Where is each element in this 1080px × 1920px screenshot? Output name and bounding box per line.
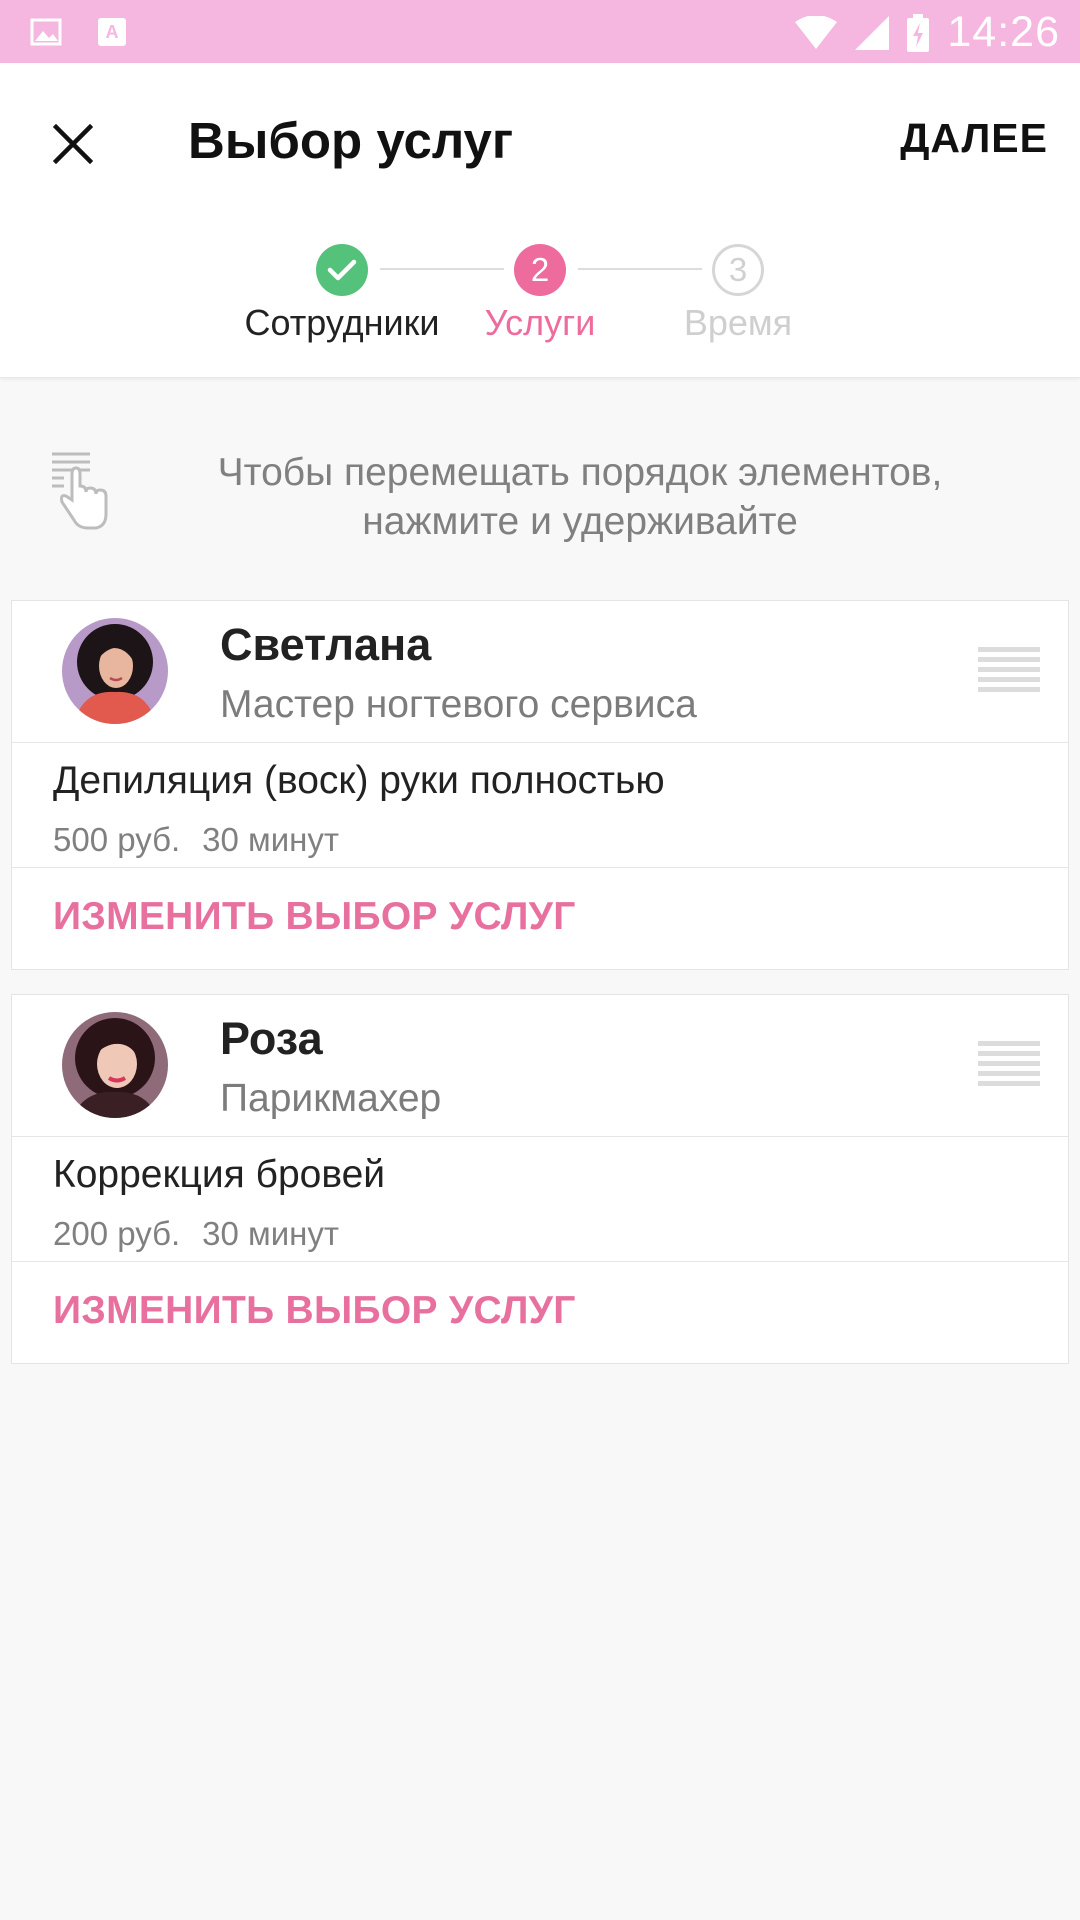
service-item: Депиляция (воск) руки полностью 500 руб.… (12, 743, 1068, 868)
status-bar: A 14:26 (0, 0, 1080, 63)
next-button[interactable]: ДАЛЕЕ (900, 115, 1048, 162)
reorder-hint: Чтобы перемещать порядок элементов, нажм… (0, 400, 1080, 570)
employee-header: Роза Парикмахер (12, 995, 1068, 1137)
change-services-label: ИЗМЕНИТЬ ВЫБОР УСЛУГ (53, 895, 576, 938)
employee-role: Парикмахер (220, 1077, 442, 1120)
service-name: Депиляция (воск) руки полностью (53, 759, 665, 802)
text-notification-icon: A (98, 18, 126, 46)
avatar (62, 1012, 168, 1118)
service-price: 200 руб. (53, 1215, 181, 1252)
drag-handle[interactable] (978, 1039, 1040, 1091)
employee-header: Светлана Мастер ногтевого сервиса (12, 601, 1068, 743)
signal-icon (855, 15, 890, 50)
page-title: Выбор услуг (188, 112, 514, 169)
step-3-label[interactable]: Время (618, 302, 858, 344)
service-meta: 500 руб. 30 минут (53, 821, 339, 859)
status-time: 14:26 (947, 8, 1060, 56)
image-notification-icon (30, 18, 62, 46)
wifi-icon (795, 15, 838, 49)
change-services-button[interactable]: ИЗМЕНИТЬ ВЫБОР УСЛУГ (12, 1262, 1068, 1363)
employee-card: Роза Парикмахер Коррекция бровей 200 руб… (11, 994, 1069, 1364)
stepper: Сотрудники 2 Услуги 3 Время (0, 210, 1080, 378)
employee-card: Светлана Мастер ногтевого сервиса Депиля… (11, 600, 1069, 970)
step-connector (578, 268, 702, 270)
change-services-button[interactable]: ИЗМЕНИТЬ ВЫБОР УСЛУГ (12, 868, 1068, 969)
close-icon (53, 124, 93, 164)
check-icon (327, 259, 357, 281)
step-3-badge[interactable]: 3 (712, 244, 764, 296)
employee-name: Светлана (220, 619, 432, 670)
service-item: Коррекция бровей 200 руб. 30 минут (12, 1137, 1068, 1262)
service-duration: 30 минут (202, 821, 339, 858)
change-services-label: ИЗМЕНИТЬ ВЫБОР УСЛУГ (53, 1289, 576, 1332)
svg-text:A: A (106, 22, 119, 42)
step-2-badge[interactable]: 2 (514, 244, 566, 296)
app-bar: Выбор услуг ДАЛЕЕ (0, 63, 1080, 210)
service-name: Коррекция бровей (53, 1153, 386, 1196)
touch-hold-icon (52, 452, 108, 530)
service-meta: 200 руб. 30 минут (53, 1215, 339, 1253)
drag-handle[interactable] (978, 645, 1040, 697)
step-connector (380, 268, 504, 270)
avatar (62, 618, 168, 724)
service-duration: 30 минут (202, 1215, 339, 1252)
step-1-done-badge[interactable] (316, 244, 368, 296)
close-button[interactable] (38, 109, 108, 179)
battery-charging-icon (907, 13, 930, 52)
drag-handle-icon (978, 647, 1040, 692)
service-price: 500 руб. (53, 821, 181, 858)
hint-text: Чтобы перемещать порядок элементов, нажм… (217, 451, 943, 543)
employee-name: Роза (220, 1013, 323, 1064)
drag-handle-icon (978, 1041, 1040, 1086)
employee-role: Мастер ногтевого сервиса (220, 683, 697, 726)
